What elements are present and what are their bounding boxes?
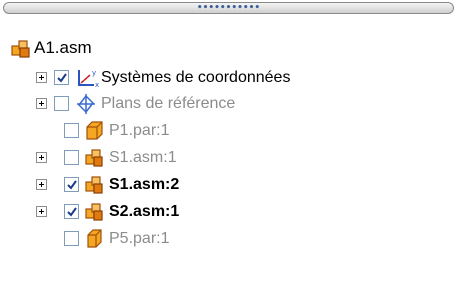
part-icon [84, 228, 104, 248]
svg-text:x: x [95, 81, 99, 89]
tree-item-p5-part[interactable]: P5.par:1 [0, 226, 457, 252]
tree-item-label: Plans de référence [101, 95, 236, 112]
part-icon [84, 120, 104, 140]
tree-item-s2-asm-1[interactable]: S2.asm:1 [0, 199, 457, 225]
visibility-checkbox[interactable] [64, 177, 79, 192]
tree-item-label: S1.asm:2 [109, 176, 180, 193]
tree-item-reference-planes[interactable]: Plans de référence [0, 91, 457, 117]
tree-item-coordinate-systems[interactable]: y x Systèmes de coordonnées [0, 65, 457, 91]
tree-item-s1-asm-2[interactable]: S1.asm:2 [0, 172, 457, 198]
subassembly-icon [84, 201, 104, 221]
coordinate-system-icon: y x [75, 67, 99, 89]
grip-dots: ••••••••••• [196, 3, 261, 13]
visibility-checkbox[interactable] [54, 96, 69, 111]
subassembly-icon [84, 174, 104, 194]
tree-item-label: S2.asm:1 [109, 203, 180, 220]
visibility-checkbox[interactable] [64, 123, 79, 138]
tree-item-label: S1.asm:1 [109, 149, 177, 166]
tree-item-label: Systèmes de coordonnées [101, 69, 291, 86]
visibility-checkbox[interactable] [64, 231, 79, 246]
tree-root[interactable]: A1.asm [10, 36, 210, 62]
visibility-checkbox[interactable] [64, 150, 79, 165]
expand-toggle[interactable] [36, 72, 47, 83]
visibility-checkbox[interactable] [64, 204, 79, 219]
visibility-checkbox[interactable] [54, 70, 69, 85]
tree-item-label: P5.par:1 [109, 230, 170, 247]
expand-toggle[interactable] [36, 179, 47, 190]
panel-splitter-handle[interactable]: ••••••••••• [3, 2, 454, 14]
tree-item-label: P1.par:1 [109, 122, 170, 139]
expand-toggle[interactable] [36, 98, 47, 109]
reference-plane-icon [76, 93, 96, 114]
expand-toggle[interactable] [36, 152, 47, 163]
svg-text:y: y [92, 69, 96, 77]
tree-item-s1-asm-1[interactable]: S1.asm:1 [0, 145, 457, 171]
expand-toggle[interactable] [36, 206, 47, 217]
tree-root-label: A1.asm [34, 38, 92, 57]
tree-item-p1-part[interactable]: P1.par:1 [0, 118, 457, 144]
subassembly-icon [84, 147, 104, 167]
assembly-icon [10, 38, 30, 58]
